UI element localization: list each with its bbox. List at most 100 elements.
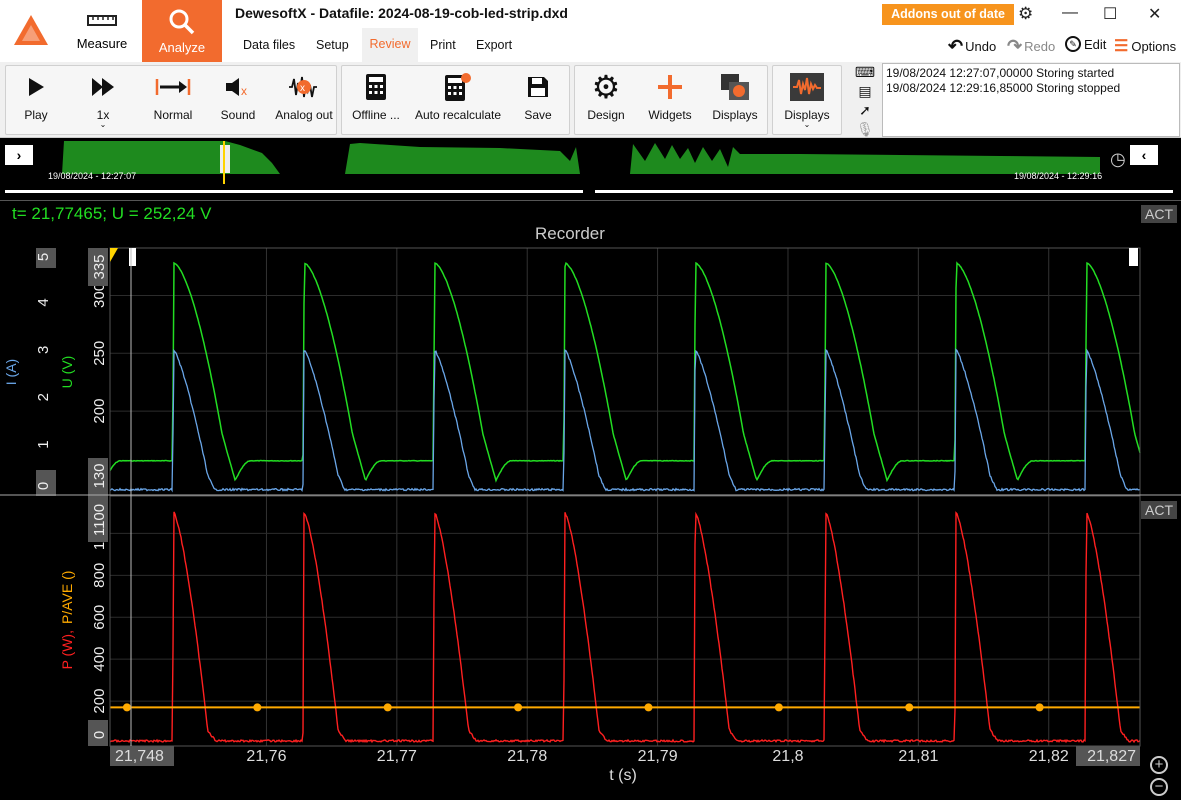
- title-bar: Measure Analyze DewesoftX - Datafile: 20…: [0, 0, 1181, 62]
- event-row[interactable]: 19/08/2024 12:27:07,00000 Storing starte…: [886, 66, 1176, 81]
- svg-text:x: x: [241, 84, 247, 98]
- overview-right-button[interactable]: ‹: [1130, 145, 1158, 165]
- undo-icon: ↶: [948, 36, 964, 56]
- redo-icon: ↷: [1007, 36, 1023, 56]
- analog-out-button[interactable]: x Analog out: [272, 66, 336, 134]
- keyboard-icon[interactable]: ⌨: [855, 64, 875, 81]
- overview-scrollbar-right[interactable]: [595, 190, 1173, 193]
- displays-button[interactable]: Displays: [706, 66, 764, 134]
- display-type-button[interactable]: Displays ⌄: [776, 66, 838, 134]
- event-log[interactable]: 19/08/2024 12:27:07,00000 Storing starte…: [882, 63, 1180, 137]
- undo-button[interactable]: ↶ Undo: [948, 36, 996, 57]
- search-icon: [169, 9, 195, 34]
- clock-icon[interactable]: ◷: [1110, 149, 1126, 170]
- p-tick-label: 600: [91, 605, 108, 630]
- menu-print[interactable]: Print: [430, 38, 456, 52]
- menu-data-files[interactable]: Data files: [243, 38, 295, 52]
- chevron-down-icon: ⌄: [99, 120, 107, 129]
- u-tick-label: 335: [91, 254, 108, 279]
- p-tick-label: 1100: [91, 504, 108, 536]
- p-axis-label: P (W),: [59, 630, 75, 669]
- options-button[interactable]: ☰ Options: [1114, 36, 1176, 56]
- p-tick-label: 400: [91, 647, 108, 672]
- zoom-out-button[interactable]: −: [1150, 778, 1168, 796]
- settings-icon[interactable]: ⚙: [1018, 4, 1033, 24]
- recorder-chart[interactable]: 21,748 21,76 21,77 21,78 21,79 21,8 21,81 21,82…: [0, 200, 1181, 800]
- menu-review[interactable]: Review: [362, 28, 418, 62]
- redo-button[interactable]: ↷ Redo: [1007, 36, 1055, 57]
- pave-marker: [383, 703, 392, 712]
- auto-recalculate-button[interactable]: Auto recalculate: [410, 66, 506, 134]
- p-tick-label: 0: [91, 731, 108, 739]
- overview-scrollbar-left[interactable]: [5, 190, 583, 193]
- i-tick-label: 2: [35, 393, 52, 401]
- addons-badge[interactable]: Addons out of date: [882, 4, 1014, 25]
- x-axis-label: t (s): [609, 767, 637, 784]
- app-logo[interactable]: [0, 0, 62, 62]
- pave-marker: [774, 703, 783, 712]
- menu-lines-icon: ☰: [1114, 38, 1129, 55]
- svg-text:x: x: [300, 83, 305, 94]
- i-axis-label: I (A): [3, 359, 19, 385]
- pave-marker: [1035, 703, 1044, 712]
- cursor-marker[interactable]: [110, 248, 118, 262]
- chevron-down-icon: ⌄: [803, 120, 811, 129]
- x-tick-label: 21,81: [898, 748, 938, 765]
- pointer-icon[interactable]: ➚: [859, 102, 871, 119]
- save-button[interactable]: Save: [512, 66, 564, 134]
- pave-marker: [905, 703, 914, 712]
- p-axis-labels: P (W), P/AVE (): [59, 571, 75, 670]
- menu-setup[interactable]: Setup: [316, 38, 349, 52]
- edit-icon: ✎: [1065, 36, 1081, 52]
- x-tick-label: 21,77: [377, 748, 417, 765]
- series-i: [109, 348, 1141, 493]
- p-tick-label: 200: [91, 689, 108, 714]
- cursor-handle-right[interactable]: [1129, 248, 1138, 266]
- u-axis-label: U (V): [59, 356, 75, 389]
- zoom-in-button[interactable]: +: [1150, 756, 1168, 774]
- speed-button[interactable]: 1x ⌄: [74, 66, 132, 134]
- recorder-display-icon: [790, 73, 824, 101]
- close-button[interactable]: ✕: [1148, 4, 1161, 24]
- event-row[interactable]: 19/08/2024 12:29:16,85000 Storing stoppe…: [886, 81, 1176, 96]
- play-button[interactable]: Play: [10, 66, 62, 134]
- note-icon[interactable]: ▤: [858, 83, 871, 100]
- calculator-auto-icon: [445, 73, 471, 101]
- minimize-button[interactable]: —: [1062, 4, 1078, 22]
- top-plot-frame: [109, 247, 1141, 497]
- i-tick-label: 5: [35, 253, 52, 261]
- x-tick-label: 21,78: [507, 748, 547, 765]
- x-tick-label: 21,76: [246, 748, 286, 765]
- edit-button[interactable]: ✎ Edit: [1065, 36, 1106, 52]
- u-tick-label: 300: [91, 283, 108, 308]
- plus-icon: [658, 75, 682, 99]
- x-tick-label: 21,79: [638, 748, 678, 765]
- speaker-muted-icon: x: [226, 78, 247, 98]
- offline-button[interactable]: Offline ...: [345, 66, 407, 134]
- maximize-button[interactable]: ☐: [1103, 4, 1117, 24]
- play-icon: [29, 78, 44, 96]
- x-tick-label: 21,827: [1087, 748, 1136, 765]
- overview-left-button[interactable]: ›: [5, 145, 33, 165]
- overview-strip[interactable]: › ‹ ◷ 19/08/2024 - 12:27:07 19/08/2024 -…: [0, 139, 1181, 200]
- overview-start-time: 19/08/2024 - 12:27:07: [48, 171, 137, 181]
- cursor-handle-left[interactable]: [129, 248, 136, 266]
- microphone-icon[interactable]: 🎙: [856, 121, 874, 138]
- x-tick-label: 21,8: [772, 748, 803, 765]
- p-tick-label: 800: [91, 563, 108, 588]
- waveform-icon: x: [289, 76, 317, 98]
- u-tick-label: 200: [91, 399, 108, 424]
- i-tick-label: 4: [35, 298, 52, 306]
- design-button[interactable]: ⚙ Design: [578, 66, 634, 134]
- menu-export[interactable]: Export: [476, 38, 512, 52]
- sound-button[interactable]: x Sound: [212, 66, 264, 134]
- analyze-mode-button[interactable]: Analyze: [142, 0, 222, 62]
- normal-button[interactable]: Normal: [142, 66, 204, 134]
- pave-marker: [253, 703, 262, 712]
- calculator-icon: [366, 74, 386, 100]
- arrow-to-end-icon: [155, 79, 191, 95]
- displays-icon: [721, 74, 749, 100]
- widgets-button[interactable]: Widgets: [642, 66, 698, 134]
- x-tick-label: 21,748: [115, 748, 164, 765]
- measure-mode-button[interactable]: Measure: [66, 0, 138, 62]
